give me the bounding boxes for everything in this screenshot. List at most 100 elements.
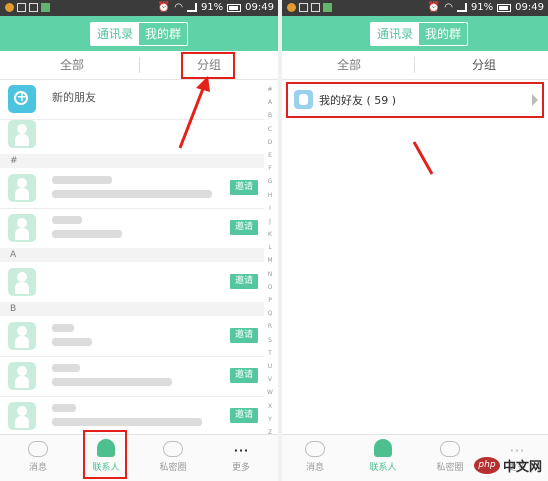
gallery-icon bbox=[29, 3, 38, 12]
contact-avatar bbox=[8, 174, 36, 202]
tab-label: 消息 bbox=[28, 463, 47, 473]
more-icon: ··· bbox=[509, 441, 525, 460]
index-letter[interactable]: M bbox=[265, 254, 275, 267]
list-item-contact[interactable]: 邀请 bbox=[0, 356, 264, 397]
index-letter[interactable]: S bbox=[265, 334, 275, 347]
invite-button[interactable]: 邀请 bbox=[230, 368, 258, 383]
contact-avatar bbox=[8, 362, 36, 390]
bottom-tab-bar: 消息 联系人 私密圈 ··· 更多 bbox=[0, 434, 278, 481]
index-letter[interactable]: # bbox=[265, 83, 275, 96]
tab-private-circle[interactable]: 私密圈 bbox=[425, 435, 475, 481]
index-letter[interactable]: Y bbox=[265, 413, 275, 426]
tab-more[interactable]: ··· 更多 bbox=[216, 435, 266, 481]
index-letter[interactable]: J bbox=[265, 215, 275, 228]
index-letter[interactable]: H bbox=[265, 189, 275, 202]
index-letter[interactable]: W bbox=[265, 386, 275, 399]
tab-messages[interactable]: 消息 bbox=[290, 435, 340, 481]
sub-tabs: 全部 分组 bbox=[282, 51, 548, 80]
list-item-contact[interactable] bbox=[0, 114, 264, 155]
tab-contacts[interactable]: 通讯录 bbox=[371, 23, 420, 45]
highlight-box-contacts-tab bbox=[83, 430, 127, 479]
clock: 09:49 bbox=[245, 2, 274, 13]
group-item-my-friends[interactable]: 我的好友 ( 59 ) bbox=[286, 82, 544, 118]
index-letter[interactable]: D bbox=[265, 136, 275, 149]
subtab-grouping[interactable]: 分组 bbox=[472, 51, 496, 79]
annotation-arrow-fragment bbox=[412, 141, 434, 175]
eye-icon bbox=[440, 441, 460, 457]
subtab-all[interactable]: 全部 bbox=[60, 51, 84, 79]
index-letter[interactable]: G bbox=[265, 175, 275, 188]
watermark: php 中文网 bbox=[473, 456, 542, 475]
index-letter[interactable]: Q bbox=[265, 307, 275, 320]
system-icons: ⏰ ◠ 91% 09:49 bbox=[158, 2, 274, 13]
app-header: 通讯录 我的群 bbox=[282, 16, 548, 51]
tab-contacts-bottom[interactable]: 联系人 bbox=[358, 435, 408, 481]
sub-tabs: 全部 分组 bbox=[0, 51, 278, 80]
tab-contacts[interactable]: 通讯录 bbox=[91, 23, 140, 45]
invite-button[interactable]: 邀请 bbox=[230, 220, 258, 235]
index-letter[interactable]: P bbox=[265, 294, 275, 307]
chat-icon bbox=[28, 441, 48, 457]
index-letter[interactable]: U bbox=[265, 360, 275, 373]
app-icon bbox=[323, 3, 332, 12]
blurred-name bbox=[52, 216, 82, 224]
tab-private-circle[interactable]: 私密圈 bbox=[148, 435, 198, 481]
subtab-divider bbox=[139, 57, 140, 73]
index-letter[interactable]: R bbox=[265, 320, 275, 333]
contact-avatar bbox=[8, 268, 36, 296]
index-letter[interactable]: K bbox=[265, 228, 275, 241]
notification-icons bbox=[5, 3, 50, 12]
php-logo: php bbox=[473, 457, 500, 474]
app-icon bbox=[41, 3, 50, 12]
header-segmented-control: 通讯录 我的群 bbox=[370, 22, 469, 46]
list-item-contact[interactable]: 邀请 bbox=[0, 168, 264, 209]
blurred-detail bbox=[52, 190, 212, 198]
app-header: 通讯录 我的群 bbox=[0, 16, 278, 51]
list-item-contact[interactable]: 邀请 bbox=[0, 396, 264, 437]
list-item-contact[interactable]: 邀请 bbox=[0, 262, 264, 303]
highlight-box-grouping bbox=[181, 52, 235, 79]
list-item-contact[interactable]: 邀请 bbox=[0, 316, 264, 357]
wifi-icon: ◠ bbox=[174, 2, 183, 13]
tab-my-groups[interactable]: 我的群 bbox=[419, 23, 467, 45]
index-letter[interactable]: N bbox=[265, 268, 275, 281]
index-letter[interactable]: F bbox=[265, 162, 275, 175]
blurred-detail bbox=[52, 338, 92, 346]
index-letter[interactable]: T bbox=[265, 347, 275, 360]
eye-icon bbox=[163, 441, 183, 457]
tab-label: 私密圈 bbox=[159, 463, 187, 473]
invite-button[interactable]: 邀请 bbox=[230, 180, 258, 195]
contact-avatar bbox=[8, 402, 36, 430]
tab-messages[interactable]: 消息 bbox=[13, 435, 63, 481]
list-item-contact[interactable]: 邀请 bbox=[0, 208, 264, 249]
gallery-icon bbox=[17, 3, 26, 12]
watermark-text: 中文网 bbox=[502, 460, 542, 475]
blurred-name bbox=[52, 404, 76, 412]
group-label: 我的好友 ( 59 ) bbox=[319, 94, 397, 107]
header-segmented-control: 通讯录 我的群 bbox=[90, 22, 189, 46]
invite-button[interactable]: 邀请 bbox=[230, 328, 258, 343]
tab-my-groups[interactable]: 我的群 bbox=[139, 23, 187, 45]
tab-label: 消息 bbox=[305, 463, 324, 473]
alarm-icon: ⏰ bbox=[157, 2, 171, 13]
battery-icon bbox=[227, 3, 242, 12]
invite-button[interactable]: 邀请 bbox=[230, 408, 258, 423]
contact-avatar bbox=[8, 120, 36, 148]
subtab-divider bbox=[414, 57, 415, 73]
invite-button[interactable]: 邀请 bbox=[230, 274, 258, 289]
alphabet-index[interactable]: # A B C D E F G H I J K L M N O P Q R S T U V W X Y Z bbox=[265, 83, 275, 439]
contact-avatar bbox=[8, 322, 36, 350]
subtab-all[interactable]: 全部 bbox=[337, 51, 361, 79]
wifi-icon: ◠ bbox=[444, 2, 453, 13]
index-letter[interactable]: E bbox=[265, 149, 275, 162]
index-letter[interactable]: B bbox=[265, 109, 275, 122]
index-letter[interactable]: O bbox=[265, 281, 275, 294]
index-letter[interactable]: I bbox=[265, 202, 275, 215]
signal-icon bbox=[456, 3, 467, 12]
index-letter[interactable]: C bbox=[265, 123, 275, 136]
index-letter[interactable]: V bbox=[265, 373, 275, 386]
index-letter[interactable]: X bbox=[265, 400, 275, 413]
index-letter[interactable]: L bbox=[265, 241, 275, 254]
section-header-a: A bbox=[0, 248, 264, 262]
index-letter[interactable]: A bbox=[265, 96, 275, 109]
